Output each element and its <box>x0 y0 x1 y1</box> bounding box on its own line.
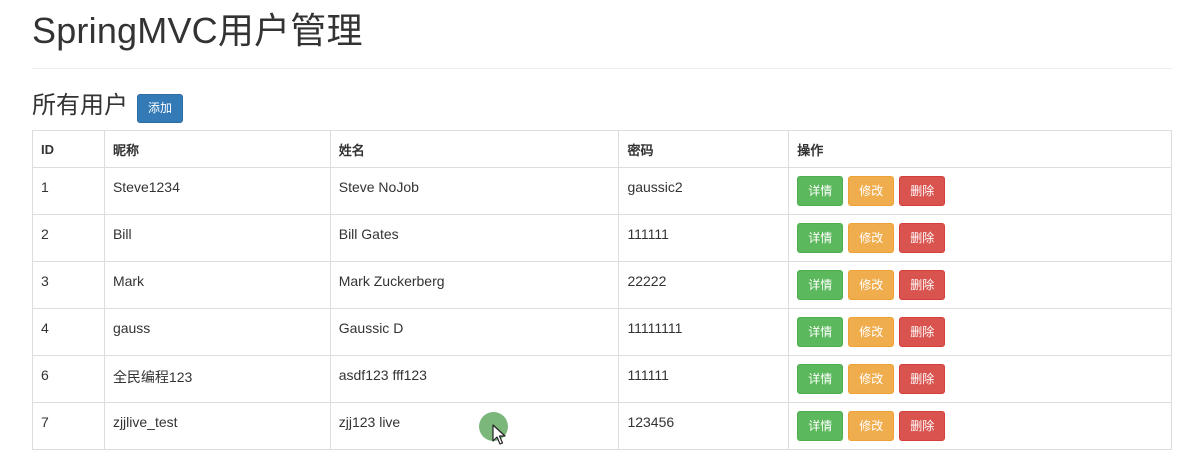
delete-button[interactable]: 删除 <box>899 364 946 394</box>
row-actions: 详情 修改 删除 <box>797 176 1163 206</box>
detail-button[interactable]: 详情 <box>797 411 844 441</box>
cell-password: gaussic2 <box>618 167 790 215</box>
detail-button[interactable]: 详情 <box>797 176 844 206</box>
cell-id: 3 <box>32 261 105 309</box>
cell-nickname: Mark <box>103 261 331 309</box>
header-divider <box>32 68 1172 69</box>
cell-name: Gaussic D <box>329 308 620 356</box>
page-title: SpringMVC用户管理 <box>32 10 363 51</box>
delete-button[interactable]: 删除 <box>899 317 946 347</box>
cell-nickname: zjjlive_test <box>103 402 331 450</box>
cell-nickname: Steve1234 <box>103 167 331 215</box>
users-table: ID 昵称 姓名 密码 操作 1 Steve1234 Steve NoJob g… <box>32 130 1172 450</box>
row-actions: 详情 修改 删除 <box>797 364 1163 394</box>
page-container: SpringMVC用户管理 所有用户 添加 ID 昵称 姓名 密码 操作 1 S… <box>0 0 1198 472</box>
cell-name: zjj123 live <box>329 402 620 450</box>
edit-button[interactable]: 修改 <box>848 411 895 441</box>
section-title: 所有用户 <box>32 92 128 119</box>
detail-button[interactable]: 详情 <box>797 223 844 253</box>
header-name: 姓名 <box>329 130 620 168</box>
cell-name: Bill Gates <box>329 214 620 262</box>
cell-password: 123456 <box>618 402 790 450</box>
cell-password: 22222 <box>618 261 790 309</box>
cell-nickname: 全民编程123 <box>103 355 331 403</box>
detail-button[interactable]: 详情 <box>797 270 844 300</box>
table-row: 3 Mark Mark Zuckerberg 22222 详情 修改 删除 <box>32 261 1172 309</box>
cell-name: Mark Zuckerberg <box>329 261 620 309</box>
cell-id: 6 <box>32 355 105 403</box>
edit-button[interactable]: 修改 <box>848 270 895 300</box>
delete-button[interactable]: 删除 <box>899 223 946 253</box>
table-header-row: ID 昵称 姓名 密码 操作 <box>32 130 1172 168</box>
cell-name: asdf123 fff123 <box>329 355 620 403</box>
header-nickname: 昵称 <box>103 130 331 168</box>
cell-id: 4 <box>32 308 105 356</box>
edit-button[interactable]: 修改 <box>848 364 895 394</box>
edit-button[interactable]: 修改 <box>848 176 895 206</box>
cell-actions: 详情 修改 删除 <box>788 308 1172 356</box>
table-row: 7 zjjlive_test zjj123 live 123456 详情 修改 … <box>32 402 1172 450</box>
cell-actions: 详情 修改 删除 <box>788 355 1172 403</box>
row-actions: 详情 修改 删除 <box>797 317 1163 347</box>
cell-actions: 详情 修改 删除 <box>788 167 1172 215</box>
add-user-button[interactable]: 添加 <box>137 93 184 123</box>
header-password: 密码 <box>618 130 790 168</box>
detail-button[interactable]: 详情 <box>797 317 844 347</box>
cell-id: 1 <box>32 167 105 215</box>
delete-button[interactable]: 删除 <box>899 270 946 300</box>
cell-password: 11111111 <box>618 308 790 356</box>
edit-button[interactable]: 修改 <box>848 317 895 347</box>
header-actions: 操作 <box>788 130 1172 168</box>
section-header: 所有用户 添加 <box>32 82 1172 130</box>
cell-id: 2 <box>32 214 105 262</box>
cell-actions: 详情 修改 删除 <box>788 402 1172 450</box>
cell-name: Steve NoJob <box>329 167 620 215</box>
cell-id: 7 <box>32 402 105 450</box>
table-row: 1 Steve1234 Steve NoJob gaussic2 详情 修改 删… <box>32 167 1172 215</box>
edit-button[interactable]: 修改 <box>848 223 895 253</box>
cell-actions: 详情 修改 删除 <box>788 214 1172 262</box>
cell-nickname: gauss <box>103 308 331 356</box>
cell-actions: 详情 修改 删除 <box>788 261 1172 309</box>
cell-password: 111111 <box>618 355 790 403</box>
table-row: 2 Bill Bill Gates 111111 详情 修改 删除 <box>32 214 1172 262</box>
detail-button[interactable]: 详情 <box>797 364 844 394</box>
cell-nickname: Bill <box>103 214 331 262</box>
table-row: 4 gauss Gaussic D 11111111 详情 修改 删除 <box>32 308 1172 356</box>
row-actions: 详情 修改 删除 <box>797 223 1163 253</box>
header-id: ID <box>32 130 105 168</box>
delete-button[interactable]: 删除 <box>899 411 946 441</box>
delete-button[interactable]: 删除 <box>899 176 946 206</box>
row-actions: 详情 修改 删除 <box>797 270 1163 300</box>
cell-password: 111111 <box>618 214 790 262</box>
table-row: 6 全民编程123 asdf123 fff123 111111 详情 修改 删除 <box>32 355 1172 403</box>
row-actions: 详情 修改 删除 <box>797 411 1163 441</box>
